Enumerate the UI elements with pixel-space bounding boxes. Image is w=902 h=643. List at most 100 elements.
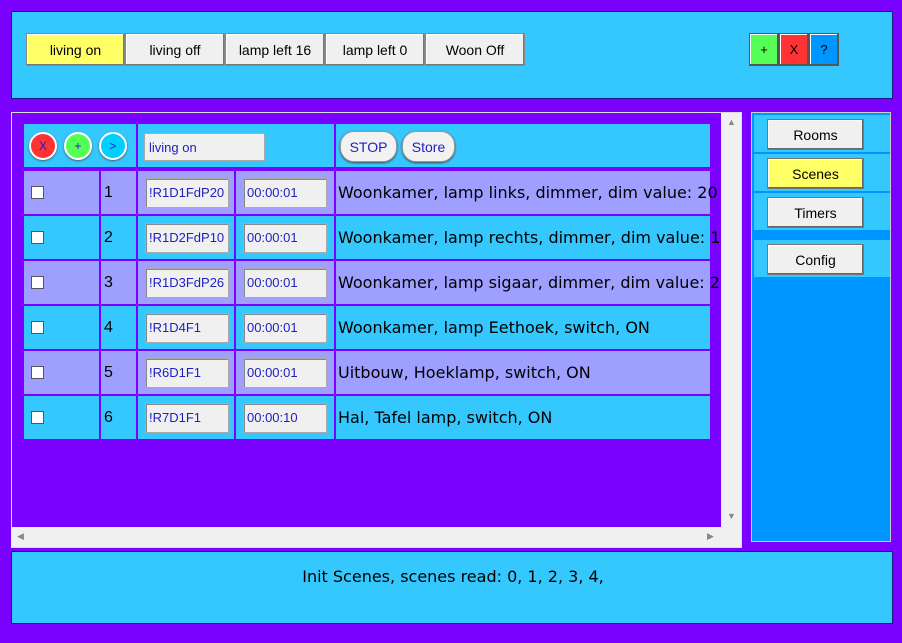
delay-time-input[interactable]: 00:00:01 (243, 357, 327, 388)
code-cell: !R1D1FdP20 (138, 171, 236, 214)
command-code-input[interactable]: !R6D1F1 (145, 357, 229, 388)
command-code-input[interactable]: !R1D3FdP26 (145, 267, 229, 298)
scene-name-input[interactable]: living on (144, 133, 265, 161)
desc-cell: Hal, Tafel lamp, switch, ON (336, 396, 710, 439)
help-button[interactable]: ? (809, 33, 839, 66)
select-cell (24, 396, 101, 439)
scene-button-living-on[interactable]: living on (26, 33, 125, 66)
status-message: Init Scenes, scenes read: 0, 1, 2, 3, 4, (302, 567, 604, 586)
select-cell (24, 216, 101, 259)
desc-cell: Woonkamer, lamp rechts, dimmer, dim valu… (336, 216, 731, 259)
row-checkbox[interactable] (31, 366, 44, 379)
step-number: 1 (104, 183, 113, 201)
step-description: Uitbouw, Hoeklamp, switch, ON (338, 363, 591, 382)
nav-rooms-button[interactable]: Rooms (767, 119, 864, 150)
nav-config-button[interactable]: Config (767, 244, 864, 275)
step-description: Hal, Tafel lamp, switch, ON (338, 408, 553, 427)
store-button[interactable]: Store (402, 131, 455, 162)
number-cell: 3 (101, 261, 138, 304)
code-cell: !R6D1F1 (138, 351, 236, 394)
step-number: 4 (104, 318, 113, 336)
row-checkbox[interactable] (31, 186, 44, 199)
table-row: 3 !R1D3FdP26 00:00:01 Woonkamer, lamp si… (24, 261, 730, 304)
scroll-left-arrow-icon[interactable]: ◀ (17, 531, 24, 542)
code-cell: !R1D3FdP26 (138, 261, 236, 304)
scene-button-lamp-left-16[interactable]: lamp left 16 (225, 33, 325, 66)
scene-button-woon-off[interactable]: Woon Off (425, 33, 525, 66)
scroll-up-arrow-icon[interactable]: ▲ (727, 117, 736, 127)
select-cell (24, 306, 101, 349)
grid-header-row: X + > living on STOP Store (24, 124, 710, 167)
command-code-input[interactable]: !R1D2FdP10 (145, 222, 229, 253)
time-cell: 00:00:01 (236, 261, 336, 304)
step-number: 5 (104, 363, 113, 381)
number-cell: 2 (101, 216, 138, 259)
delay-time-input[interactable]: 00:00:10 (243, 402, 327, 433)
horizontal-scrollbar[interactable]: ◀ ▶ (11, 527, 721, 547)
header-controls-cell: X + > (24, 124, 138, 167)
step-description: Woonkamer, lamp sigaar, dimmer, dim valu… (338, 273, 731, 292)
command-code-input[interactable]: !R1D1FdP20 (145, 177, 229, 208)
table-row: 1 !R1D1FdP20 00:00:01 Woonkamer, lamp li… (24, 171, 718, 214)
time-cell: 00:00:01 (236, 351, 336, 394)
desc-cell: Woonkamer, lamp sigaar, dimmer, dim valu… (336, 261, 730, 304)
status-panel: Init Scenes, scenes read: 0, 1, 2, 3, 4, (11, 551, 893, 624)
time-cell: 00:00:01 (236, 306, 336, 349)
desc-cell: Uitbouw, Hoeklamp, switch, ON (336, 351, 710, 394)
remove-scene-button[interactable]: X (779, 33, 809, 66)
select-cell (24, 351, 101, 394)
step-description: Woonkamer, lamp rechts, dimmer, dim valu… (338, 228, 731, 247)
table-row: 2 !R1D2FdP10 00:00:01 Woonkamer, lamp re… (24, 216, 731, 259)
scroll-down-arrow-icon[interactable]: ▼ (727, 511, 736, 521)
number-cell: 4 (101, 306, 138, 349)
add-step-button[interactable]: + (64, 132, 92, 160)
delete-step-button[interactable]: X (29, 132, 57, 160)
code-cell: !R1D2FdP10 (138, 216, 236, 259)
delay-time-input[interactable]: 00:00:01 (243, 267, 327, 298)
row-checkbox[interactable] (31, 411, 44, 424)
step-number: 6 (104, 408, 113, 426)
time-cell: 00:00:10 (236, 396, 336, 439)
number-cell: 5 (101, 351, 138, 394)
number-cell: 6 (101, 396, 138, 439)
desc-cell: Woonkamer, lamp Eethoek, switch, ON (336, 306, 710, 349)
nav-row-timers: Timers (754, 193, 890, 230)
code-cell: !R7D1F1 (138, 396, 236, 439)
command-code-input[interactable]: !R1D4F1 (145, 312, 229, 343)
command-code-input[interactable]: !R7D1F1 (145, 402, 229, 433)
delay-time-input[interactable]: 00:00:01 (243, 312, 327, 343)
scene-button-lamp-left-0[interactable]: lamp left 0 (325, 33, 425, 66)
delay-time-input[interactable]: 00:00:01 (243, 177, 327, 208)
row-checkbox[interactable] (31, 231, 44, 244)
header-actions-cell: STOP Store (336, 124, 710, 167)
step-number: 2 (104, 228, 113, 246)
nav-timers-button[interactable]: Timers (767, 197, 864, 228)
row-checkbox[interactable] (31, 321, 44, 334)
number-cell: 1 (101, 171, 138, 214)
navigation-sidebar: Rooms Scenes Timers Config (751, 112, 891, 542)
step-number: 3 (104, 273, 113, 291)
time-cell: 00:00:01 (236, 171, 336, 214)
step-description: Woonkamer, lamp links, dimmer, dim value… (338, 183, 718, 202)
scroll-corner (721, 527, 741, 547)
select-cell (24, 261, 101, 304)
nav-row-scenes: Scenes (754, 154, 890, 191)
table-row: 4 !R1D4F1 00:00:01 Woonkamer, lamp Eetho… (24, 306, 710, 349)
add-scene-button[interactable]: + (749, 33, 779, 66)
stop-button[interactable]: STOP (340, 131, 397, 162)
row-checkbox[interactable] (31, 276, 44, 289)
next-step-button[interactable]: > (99, 132, 127, 160)
table-row: 5 !R6D1F1 00:00:01 Uitbouw, Hoeklamp, sw… (24, 351, 710, 394)
nav-row-rooms: Rooms (754, 115, 890, 152)
delay-time-input[interactable]: 00:00:01 (243, 222, 327, 253)
select-cell (24, 171, 101, 214)
scroll-right-arrow-icon[interactable]: ▶ (707, 531, 714, 542)
vertical-scrollbar[interactable]: ▲ ▼ (721, 113, 741, 527)
step-description: Woonkamer, lamp Eethoek, switch, ON (338, 318, 650, 337)
table-row: 6 !R7D1F1 00:00:10 Hal, Tafel lamp, swit… (24, 396, 710, 439)
desc-cell: Woonkamer, lamp links, dimmer, dim value… (336, 171, 718, 214)
scene-toolbar: living on living off lamp left 16 lamp l… (11, 11, 893, 99)
scene-button-living-off[interactable]: living off (125, 33, 225, 66)
nav-scenes-button[interactable]: Scenes (767, 158, 864, 189)
nav-row-config: Config (754, 240, 890, 277)
